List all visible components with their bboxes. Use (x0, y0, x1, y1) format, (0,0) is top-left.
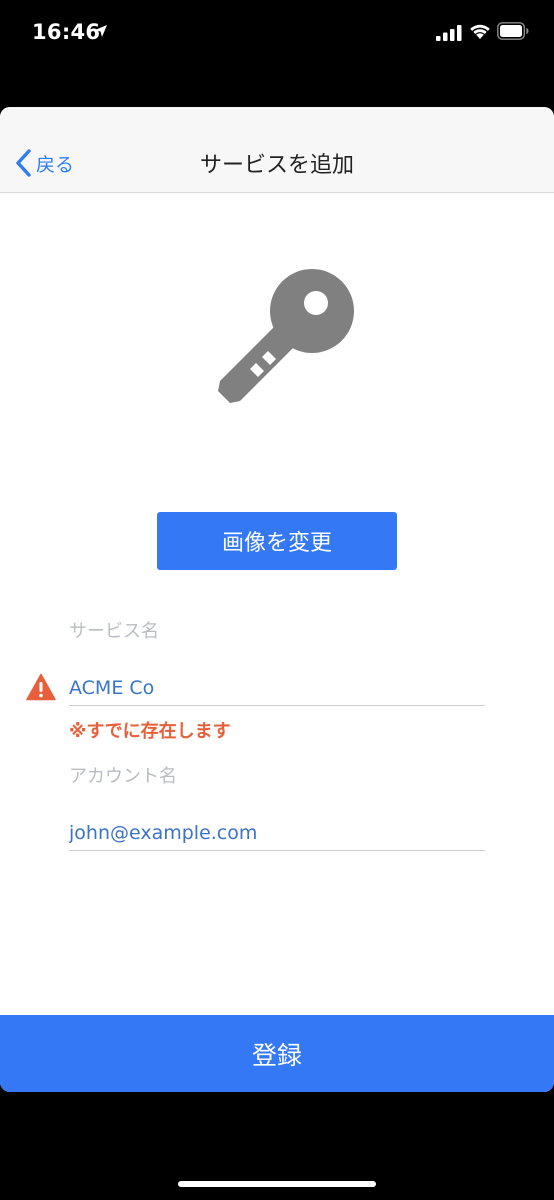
service-name-label: サービス名 (69, 621, 159, 642)
wifi-icon (470, 24, 490, 39)
battery-icon (497, 22, 529, 40)
account-name-label: アカウント名 (69, 766, 177, 787)
warning-icon (26, 673, 56, 701)
phone-screen: 16:46 戻る サービスを追加 画像を変更 サービス名 ACME Co ※すで… (0, 0, 554, 1200)
home-indicator (178, 1181, 376, 1187)
add-service-sheet: 戻る サービスを追加 画像を変更 サービス名 ※すでに存在します アカウント名 … (0, 107, 554, 1092)
register-button[interactable]: 登録 (0, 1015, 554, 1092)
status-bar: 16:46 (0, 0, 554, 70)
service-name-input[interactable] (69, 671, 485, 706)
key-icon (218, 269, 354, 403)
change-image-button[interactable]: 画像を変更 (157, 512, 397, 570)
page-title: サービスを追加 (199, 153, 354, 178)
service-name-error: ※すでに存在します (69, 721, 231, 742)
account-name-input[interactable] (69, 816, 485, 851)
cellular-signal-icon (436, 25, 462, 41)
status-time: 16:46 (32, 20, 101, 44)
location-arrow-icon (95, 25, 107, 37)
navigation-bar: 戻る サービスを追加 (0, 107, 554, 193)
